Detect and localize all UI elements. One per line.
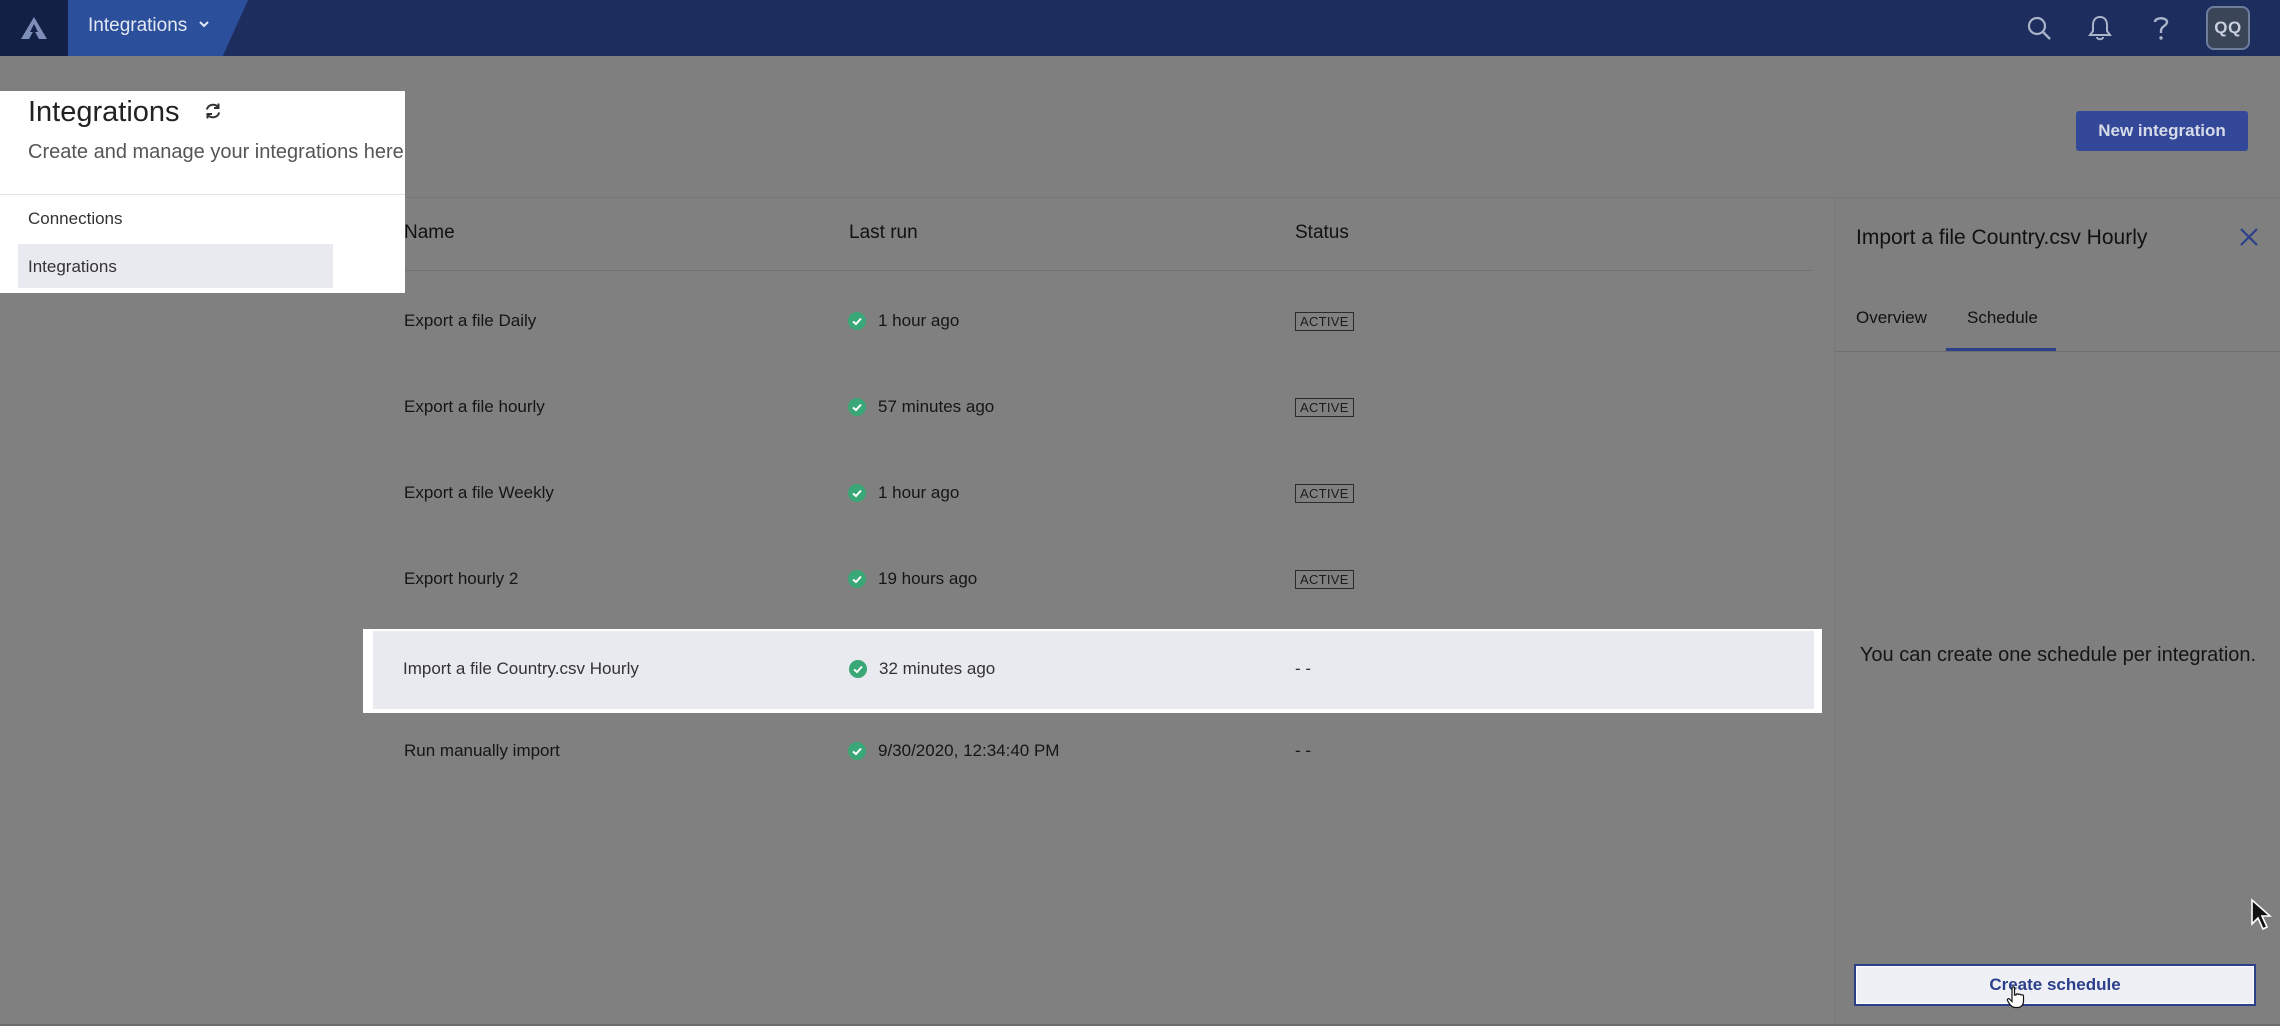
integration-name[interactable]: Export a file Daily <box>404 311 536 331</box>
status-badge: ACTIVE <box>1295 484 1354 503</box>
column-header-last-run[interactable]: Last run <box>849 222 918 244</box>
page-title: Integrations <box>28 96 180 128</box>
last-run-text: 1 hour ago <box>878 311 960 330</box>
table-row[interactable]: Export a file Weekly 1 hour ago ACTIVE <box>372 453 1812 537</box>
table-row[interactable]: Run manually import 9/30/2020, 12:34:40 … <box>372 711 1812 795</box>
page-subtitle: Create and manage your integrations here <box>28 141 404 163</box>
app-logo-icon[interactable] <box>0 0 68 56</box>
table-row[interactable]: Export a file Daily 1 hour ago ACTIVE <box>372 281 1812 365</box>
success-check-icon <box>848 398 866 416</box>
new-integration-button[interactable]: New integration <box>2076 111 2248 151</box>
last-run-text: 32 minutes ago <box>879 659 996 678</box>
top-bar: Integrations QQ <box>0 0 2280 56</box>
tab-schedule[interactable]: Schedule <box>1967 308 2038 328</box>
last-run-text: 9/30/2020, 12:34:40 PM <box>878 741 1060 760</box>
table-row[interactable]: Export hourly 2 19 hours ago ACTIVE <box>372 539 1812 623</box>
success-check-icon <box>848 742 866 760</box>
integration-name[interactable]: Export a file Weekly <box>404 483 554 503</box>
integration-name[interactable]: Export hourly 2 <box>404 569 518 589</box>
status-badge: ACTIVE <box>1295 570 1354 589</box>
last-run-text: 19 hours ago <box>878 569 978 588</box>
integration-name[interactable]: Run manually import <box>404 741 560 761</box>
status-empty: - - <box>1295 741 1312 760</box>
success-check-icon <box>848 570 866 588</box>
bell-icon[interactable] <box>2084 12 2116 44</box>
success-check-icon <box>848 312 866 330</box>
nav-item-label: Integrations <box>28 257 117 276</box>
nav-item-connections[interactable]: Connections <box>28 209 123 229</box>
page-header-card: Integrations Create and manage your inte… <box>0 91 405 293</box>
status-badge: ACTIVE <box>1295 398 1354 417</box>
app-switcher-label[interactable]: Integrations <box>88 15 187 37</box>
success-check-icon <box>849 660 867 678</box>
search-icon[interactable] <box>2023 12 2055 44</box>
details-panel: Import a file Country.csv Hourly Overvie… <box>1834 198 2280 1026</box>
chevron-down-icon[interactable] <box>198 18 210 30</box>
last-run-text: 57 minutes ago <box>878 397 995 416</box>
table-header-divider <box>372 270 1812 271</box>
hand-cursor-icon <box>2006 986 2025 1009</box>
nav-item-integrations[interactable]: Integrations <box>18 244 333 288</box>
create-schedule-focus-ring: Create schedule <box>1854 964 2256 1006</box>
status-badge: ACTIVE <box>1295 312 1354 331</box>
empty-schedule-message: You can create one schedule per integrat… <box>1859 644 2257 666</box>
divider <box>0 194 405 195</box>
success-check-icon <box>848 484 866 502</box>
create-schedule-button[interactable]: Create schedule <box>1857 967 2253 1003</box>
column-header-status[interactable]: Status <box>1295 222 1349 244</box>
panel-title: Import a file Country.csv Hourly <box>1856 226 2148 249</box>
avatar[interactable]: QQ <box>2206 6 2250 50</box>
table-row[interactable]: Export a file hourly 57 minutes ago ACTI… <box>372 367 1812 451</box>
close-icon[interactable] <box>2234 222 2264 252</box>
help-icon[interactable] <box>2145 12 2177 44</box>
table-row-selected[interactable]: Import a file Country.csv Hourly 32 minu… <box>363 629 1822 713</box>
tab-overview[interactable]: Overview <box>1856 308 1927 328</box>
last-run-text: 1 hour ago <box>878 483 960 502</box>
refresh-icon[interactable] <box>202 100 224 122</box>
integration-name[interactable]: Export a file hourly <box>404 397 545 417</box>
integration-name[interactable]: Import a file Country.csv Hourly <box>403 659 639 679</box>
column-header-name[interactable]: Name <box>404 222 455 244</box>
tabs-divider <box>1835 351 2280 352</box>
status-empty: - - <box>1295 659 1312 678</box>
mouse-pointer-icon <box>2251 898 2272 931</box>
